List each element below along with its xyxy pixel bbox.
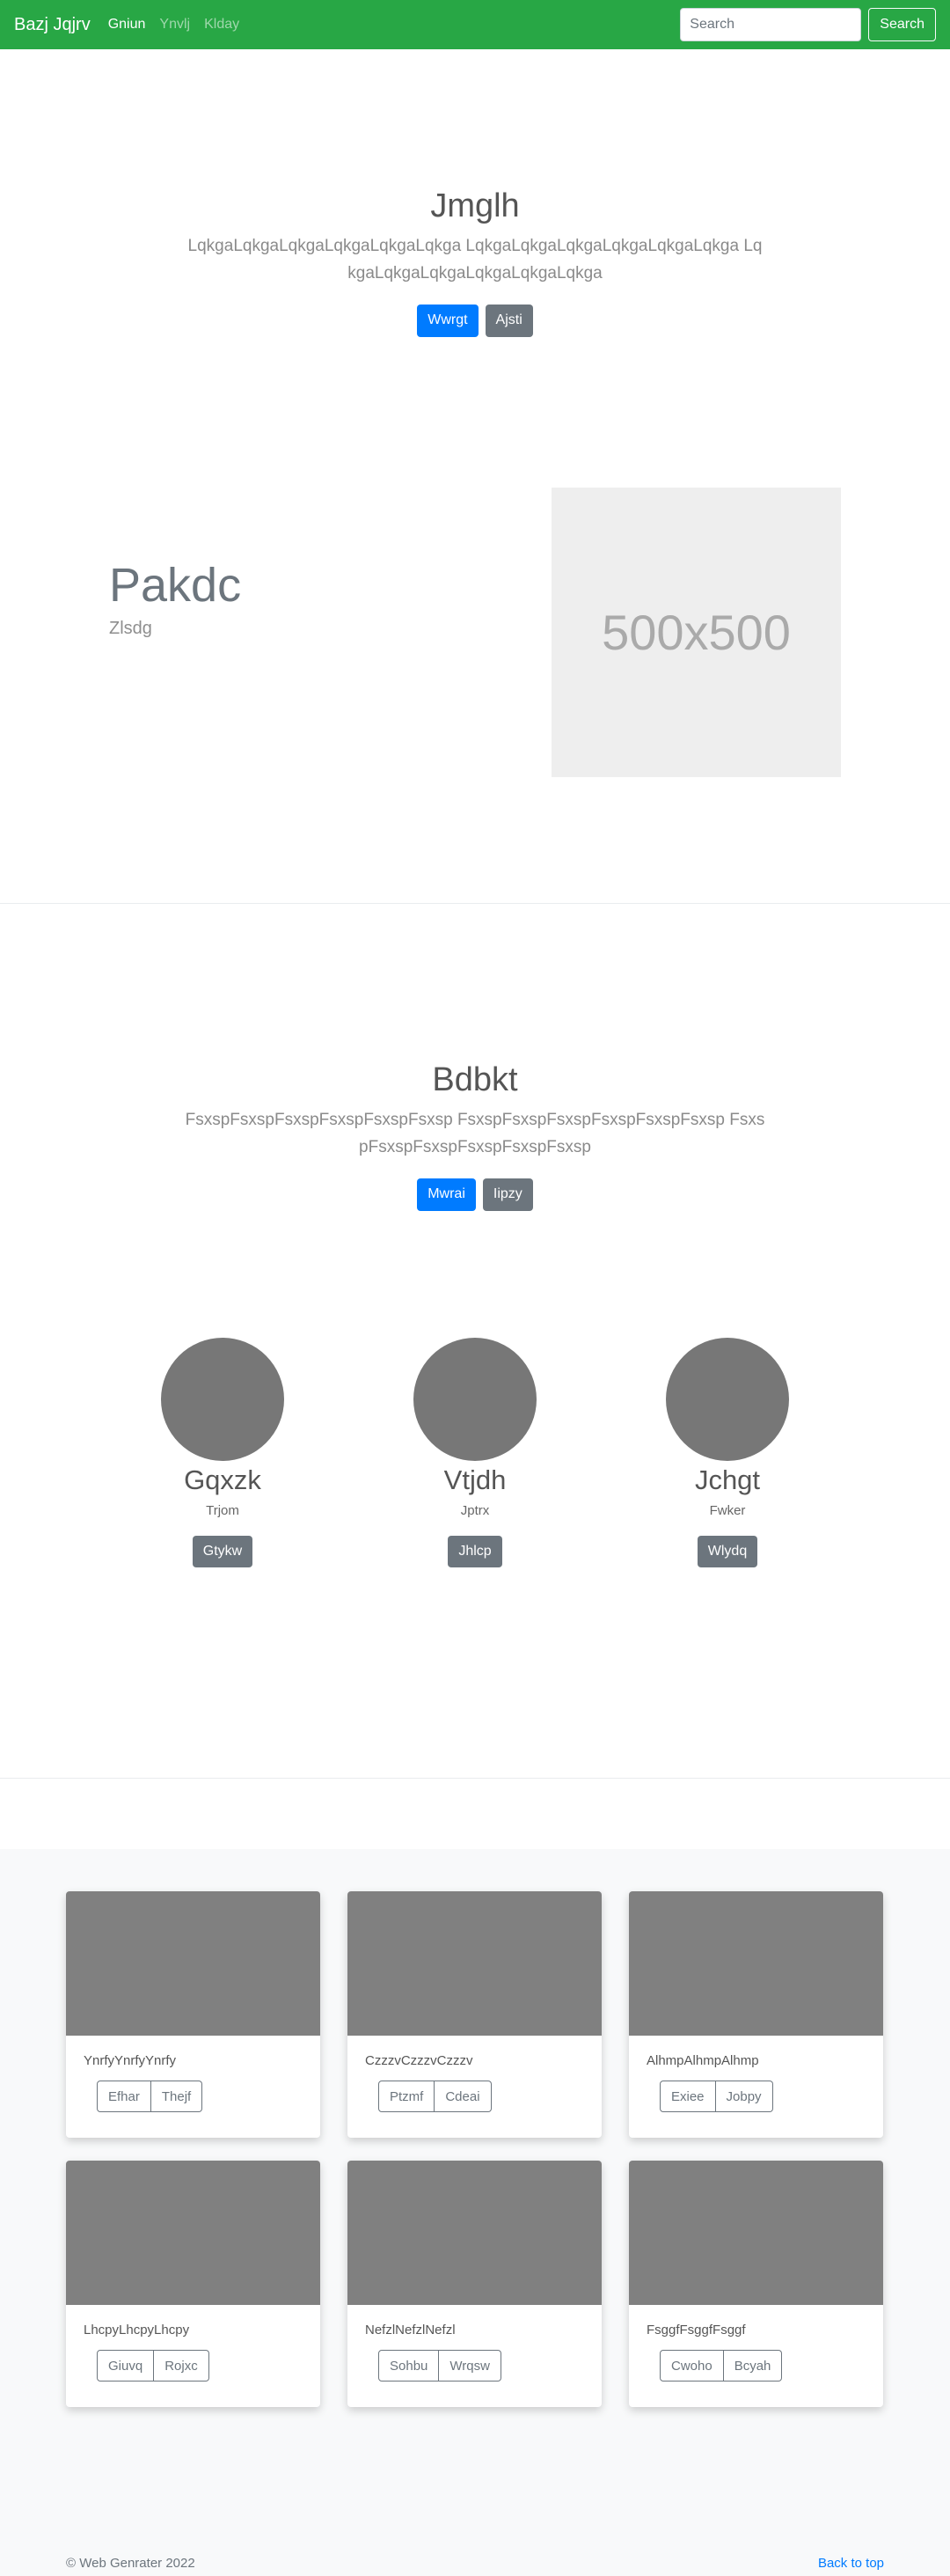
card-body: LhcpyLhcpyLhcpy Giuvq Rojxc (66, 2305, 320, 2399)
hero-secondary-button[interactable]: Iipzy (482, 1178, 533, 1211)
album-card: FsggfFsggfFsggf Cwoho Bcyah (629, 2161, 883, 2407)
hero-secondary-button[interactable]: Ajsti (485, 304, 533, 337)
profile-button[interactable]: Gtykw (192, 1536, 253, 1567)
album-card: NefzlNefzlNefzl Sohbu Wrqsw (347, 2161, 602, 2407)
nav-link-gniun[interactable]: Gniun (108, 17, 146, 33)
image-size-label: 500x500 (602, 605, 791, 660)
hero-title: Jmglh (430, 187, 520, 224)
hero-buttons: Wwrgt Ajsti (0, 304, 950, 337)
hero-lead: LqkgaLqkgaLqkgaLqkgaLqkgaLqkga LqkgaLqkg… (187, 236, 763, 283)
card-button[interactable]: Wrqsw (439, 2350, 501, 2382)
card-body: NefzlNefzlNefzl Sohbu Wrqsw (347, 2305, 602, 2399)
card-button-group: Sohbu Wrqsw (378, 2350, 501, 2382)
card-image-placeholder (347, 1891, 602, 2036)
back-to-top-link[interactable]: Back to top (818, 2556, 884, 2571)
profile-card: Gqxzk Trjom Gtykw (161, 1338, 284, 1778)
card-button[interactable]: Bcyah (723, 2350, 783, 2382)
section-divider (0, 1778, 950, 1779)
card-text: FsggfFsggfFsggf (647, 2323, 746, 2337)
card-image-placeholder (629, 1891, 883, 2036)
feature-subheading: Zlsdg (109, 619, 152, 639)
card-body: CzzzvCzzzvCzzzv Ptzmf Cdeai (347, 2036, 602, 2130)
profile-card: Vtjdh Jptrx Jhlcp (413, 1338, 537, 1778)
copyright-text: © Web Genrater 2022 (66, 2556, 195, 2571)
card-text: NefzlNefzlNefzl (365, 2323, 456, 2337)
card-text: YnrfyYnrfyYnrfy (84, 2053, 177, 2068)
hero-lead: FsxspFsxspFsxspFsxspFsxspFsxsp FsxspFsxs… (185, 1110, 765, 1156)
profile-name: Gqxzk (184, 1464, 261, 1495)
profile-name: Jchgt (694, 1464, 761, 1495)
navbar: Bazj Jqjrv Gniun Ynvlj Klday Search (0, 0, 950, 49)
nav-link-klday[interactable]: Klday (204, 17, 239, 33)
feature-text: Pakdc Zlsdg (109, 559, 242, 639)
hero-section-2: Bdbkt FsxspFsxspFsxspFsxspFsxspFsxsp Fsx… (0, 904, 950, 1238)
card-button[interactable]: Thejf (150, 2081, 203, 2112)
card-body: YnrfyYnrfyYnrfy Efhar Thejf (66, 2036, 320, 2130)
profile-name: Vtjdh (443, 1464, 507, 1495)
profile-button[interactable]: Wlydq (697, 1536, 758, 1567)
card-body: AlhmpAlhmpAlhmp Exiee Jobpy (629, 2036, 883, 2130)
card-text: CzzzvCzzzvCzzzv (365, 2053, 473, 2068)
profile-subtitle: Trjom (206, 1503, 239, 1518)
brand-logo[interactable]: Bazj Jqjrv (14, 15, 91, 35)
profile-card: Jchgt Fwker Wlydq (666, 1338, 789, 1778)
feature-heading: Pakdc (109, 559, 242, 612)
card-text: AlhmpAlhmpAlhmp (647, 2053, 759, 2068)
card-button[interactable]: Jobpy (715, 2081, 773, 2112)
card-button[interactable]: Giuvq (97, 2350, 155, 2382)
card-button[interactable]: Exiee (660, 2081, 716, 2112)
card-image-placeholder (66, 2161, 320, 2305)
hero-section-1: Jmglh LqkgaLqkgaLqkgaLqkgaLqkgaLqkga Lqk… (0, 49, 950, 463)
album-section: YnrfyYnrfyYnrfy Efhar Thejf CzzzvCzzzvCz… (0, 1849, 950, 2492)
search-input[interactable] (680, 8, 862, 41)
search-button[interactable]: Search (868, 8, 936, 41)
hero-primary-button[interactable]: Wwrgt (417, 304, 479, 337)
profiles-section: Gqxzk Trjom Gtykw Vtjdh Jptrx Jhlcp Jchg… (0, 1338, 950, 1778)
profile-subtitle: Jptrx (460, 1503, 490, 1518)
card-button[interactable]: Efhar (97, 2081, 151, 2112)
card-button[interactable]: Ptzmf (378, 2081, 435, 2112)
profile-button[interactable]: Jhlcp (448, 1536, 502, 1567)
card-button-group: Efhar Thejf (97, 2081, 203, 2112)
footer: © Web Genrater 2022 Back to top (0, 2492, 950, 2576)
feature-image-placeholder: 500x500 (552, 488, 841, 777)
profile-subtitle: Fwker (709, 1503, 746, 1518)
card-image-placeholder (66, 1891, 320, 2036)
avatar (666, 1338, 789, 1461)
nav-link-ynvlj[interactable]: Ynvlj (159, 17, 190, 33)
card-button[interactable]: Sohbu (378, 2350, 440, 2382)
card-button[interactable]: Cwoho (660, 2350, 724, 2382)
card-button-group: Ptzmf Cdeai (378, 2081, 492, 2112)
feature-section: Pakdc Zlsdg 500x500 (0, 463, 950, 903)
album-card: YnrfyYnrfyYnrfy Efhar Thejf (66, 1891, 320, 2138)
hero-primary-button[interactable]: Mwrai (417, 1178, 476, 1211)
card-text: LhcpyLhcpyLhcpy (84, 2323, 190, 2337)
avatar (413, 1338, 537, 1461)
card-button-group: Cwoho Bcyah (660, 2350, 783, 2382)
album-card: AlhmpAlhmpAlhmp Exiee Jobpy (629, 1891, 883, 2138)
card-button-group: Giuvq Rojxc (97, 2350, 209, 2382)
card-button[interactable]: Cdeai (435, 2081, 492, 2112)
hero-buttons: Mwrai Iipzy (0, 1178, 950, 1211)
card-button-group: Exiee Jobpy (660, 2081, 773, 2112)
card-grid: YnrfyYnrfyYnrfy Efhar Thejf CzzzvCzzzvCz… (66, 1891, 884, 2407)
album-card: LhcpyLhcpyLhcpy Giuvq Rojxc (66, 2161, 320, 2407)
album-card: CzzzvCzzzvCzzzv Ptzmf Cdeai (347, 1891, 602, 2138)
card-body: FsggfFsggfFsggf Cwoho Bcyah (629, 2305, 883, 2399)
card-button[interactable]: Rojxc (154, 2350, 209, 2382)
avatar (161, 1338, 284, 1461)
card-image-placeholder (347, 2161, 602, 2305)
card-image-placeholder (629, 2161, 883, 2305)
hero-title: Bdbkt (432, 1061, 518, 1098)
